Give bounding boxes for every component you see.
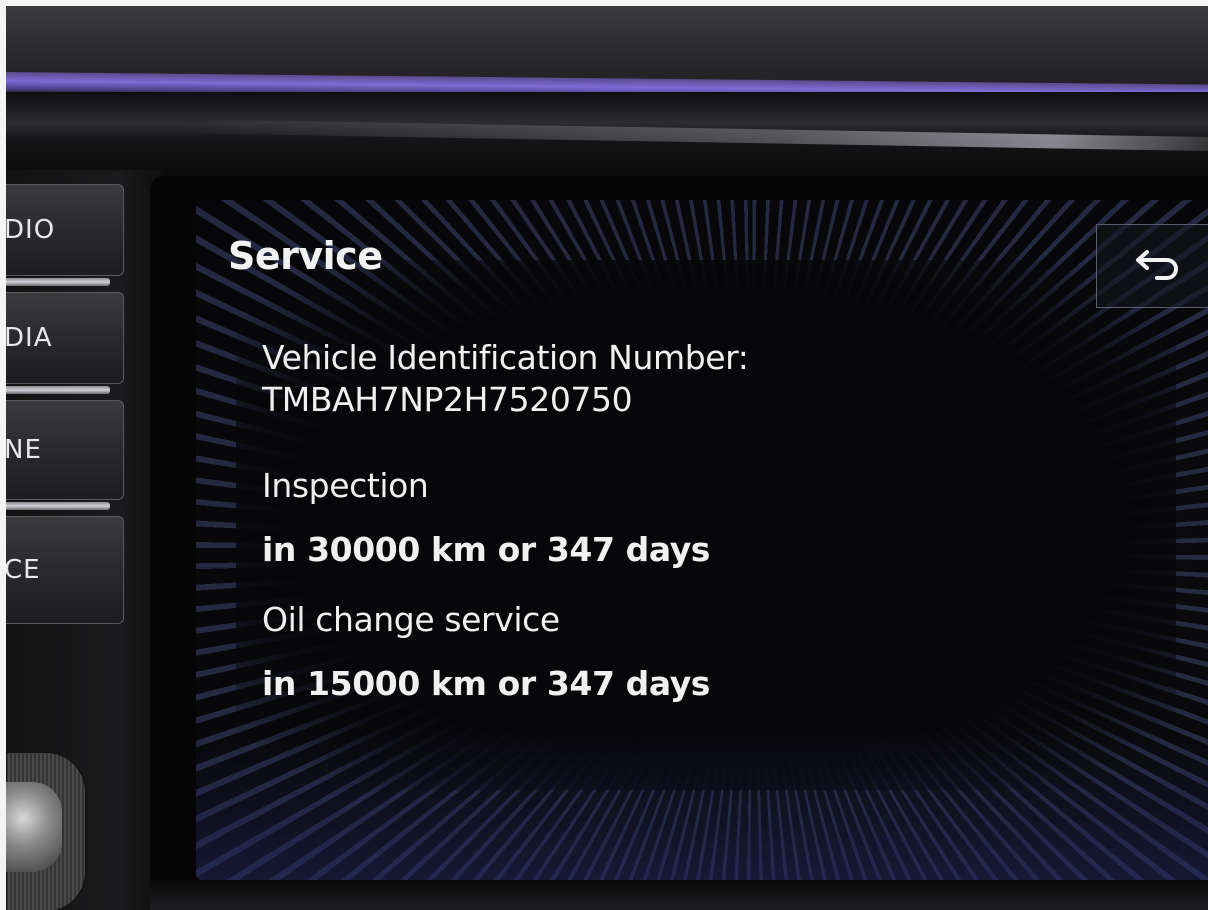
infotainment-photo: DIO DIA NE CE Service Vehicle Identifica… — [0, 0, 1208, 910]
bottom-bezel — [150, 880, 1208, 910]
button-separator — [6, 278, 110, 286]
media-hard-button[interactable]: DIA — [6, 292, 124, 384]
infotainment-screen: Service Vehicle Identification Number: T… — [196, 200, 1208, 880]
button-separator — [6, 502, 110, 510]
bottom-glow — [196, 730, 1208, 880]
oil-change-due: in 15000 km or 347 days — [262, 664, 711, 703]
back-button[interactable] — [1096, 224, 1208, 308]
voice-hard-button[interactable]: CE — [6, 516, 124, 624]
vin-label: Vehicle Identification Number: — [262, 338, 749, 377]
phone-hard-button-label: NE — [6, 435, 42, 465]
vin-value: TMBAH7NP2H7520750 — [262, 380, 633, 419]
back-arrow-icon — [1136, 250, 1178, 280]
button-separator — [6, 386, 110, 394]
radio-hard-button-label: DIO — [6, 215, 56, 245]
oil-change-label: Oil change service — [262, 600, 560, 639]
phone-hard-button[interactable]: NE — [6, 400, 124, 500]
inspection-label: Inspection — [262, 466, 429, 505]
volume-knob-cap — [6, 782, 62, 872]
voice-hard-button-label: CE — [6, 555, 41, 585]
media-hard-button-label: DIA — [6, 323, 53, 353]
inspection-due: in 30000 km or 347 days — [262, 530, 711, 569]
page-title: Service — [228, 234, 383, 278]
radio-hard-button[interactable]: DIO — [6, 184, 124, 276]
